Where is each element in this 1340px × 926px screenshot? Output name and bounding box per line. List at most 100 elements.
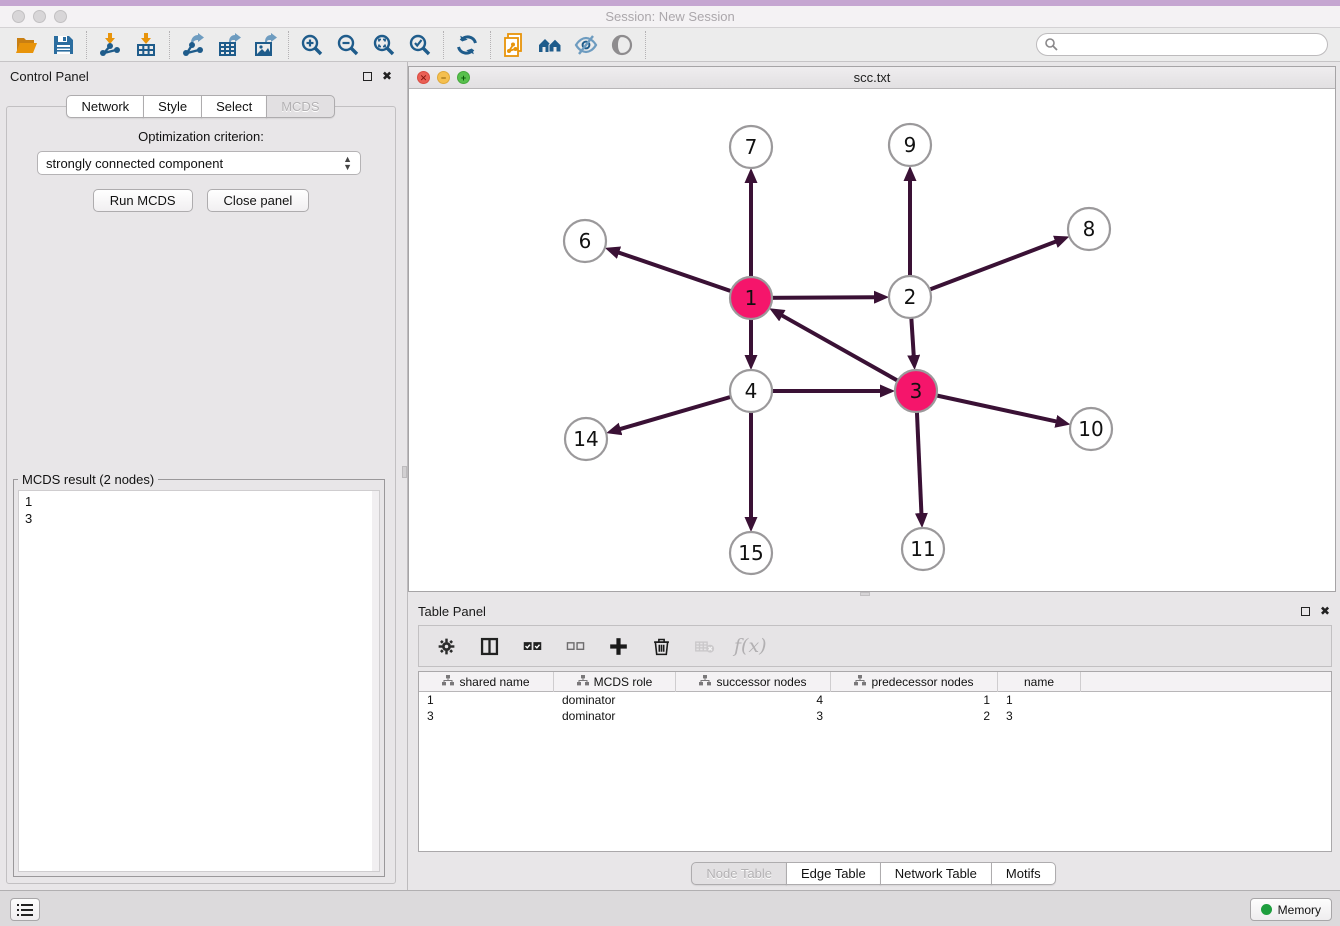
- search-input[interactable]: [1036, 33, 1328, 56]
- node-label-11: 11: [910, 537, 935, 561]
- close-panel-button[interactable]: Close panel: [207, 189, 310, 212]
- gear-icon[interactable]: [433, 633, 459, 659]
- table-cell[interactable]: 1: [831, 692, 998, 708]
- column-sort-icon: [577, 675, 589, 689]
- edge-2-8[interactable]: [910, 241, 1056, 297]
- node-label-14: 14: [573, 427, 598, 451]
- task-history-button[interactable]: [10, 898, 40, 921]
- edge-3-1[interactable]: [781, 315, 916, 391]
- tab-network-table[interactable]: Network Table: [880, 862, 992, 885]
- import-table-icon[interactable]: [133, 32, 159, 58]
- network-graph[interactable]: 1 2 3 4 6 7 8 9 10 11 14 15: [409, 89, 1335, 591]
- new-network-from-selection-icon[interactable]: [501, 32, 527, 58]
- vertical-splitter-handle[interactable]: [402, 466, 407, 478]
- import-network-icon[interactable]: [97, 32, 123, 58]
- zoom-out-icon[interactable]: [335, 32, 361, 58]
- table-cell[interactable]: 2: [831, 708, 998, 724]
- column-label: MCDS role: [594, 675, 653, 689]
- run-mcds-button[interactable]: Run MCDS: [93, 189, 193, 212]
- table-row[interactable]: 1dominator411: [419, 692, 1331, 708]
- add-icon[interactable]: [605, 633, 631, 659]
- node-label-9: 9: [904, 133, 917, 157]
- table-cell[interactable]: 1: [419, 692, 554, 708]
- tab-node-table[interactable]: Node Table: [691, 862, 787, 885]
- node-6[interactable]: 6: [564, 220, 606, 262]
- node-table[interactable]: shared name MCDS role successor nodes prede…: [418, 671, 1332, 852]
- refresh-view-icon[interactable]: [454, 32, 480, 58]
- mcds-result-area[interactable]: 1 3: [18, 490, 380, 872]
- status-bar: Memory: [0, 890, 1340, 926]
- tab-edge-table[interactable]: Edge Table: [786, 862, 881, 885]
- node-label-15: 15: [738, 541, 763, 565]
- column-header-shared-name[interactable]: shared name: [419, 672, 554, 692]
- table-cell[interactable]: 3: [419, 708, 554, 724]
- show-all-icon[interactable]: [609, 32, 635, 58]
- network-canvas[interactable]: 1 2 3 4 6 7 8 9 10 11 14 15: [409, 89, 1335, 591]
- table-header-row: shared name MCDS role successor nodes prede…: [419, 672, 1331, 692]
- mcds-result-title: MCDS result (2 nodes): [18, 472, 158, 487]
- export-table-icon[interactable]: [216, 32, 242, 58]
- table-cell[interactable]: 4: [676, 692, 831, 708]
- node-8[interactable]: 8: [1068, 208, 1110, 250]
- result-scrollbar[interactable]: [372, 491, 379, 871]
- table-panel-header: Table Panel ✖: [408, 597, 1340, 625]
- node-11[interactable]: 11: [902, 528, 944, 570]
- deselect-all-icon[interactable]: [562, 633, 588, 659]
- column-sort-icon: [699, 675, 711, 689]
- column-header-name[interactable]: name: [998, 672, 1081, 692]
- node-9[interactable]: 9: [889, 124, 931, 166]
- columns-icon[interactable]: [476, 633, 502, 659]
- trash-icon[interactable]: [648, 633, 674, 659]
- node-label-10: 10: [1078, 417, 1103, 441]
- select-all-icon[interactable]: [519, 633, 545, 659]
- column-header-MCDS-role[interactable]: MCDS role: [554, 672, 676, 692]
- node-15[interactable]: 15: [730, 532, 772, 574]
- first-neighbors-icon[interactable]: [537, 32, 563, 58]
- mcds-result-box: MCDS result (2 nodes) 1 3: [13, 479, 385, 877]
- node-10[interactable]: 10: [1070, 408, 1112, 450]
- node-14[interactable]: 14: [565, 418, 607, 460]
- node-4[interactable]: 4: [730, 370, 772, 412]
- table-cell[interactable]: dominator: [554, 692, 676, 708]
- column-sort-icon: [854, 675, 866, 689]
- horizontal-splitter-handle[interactable]: [860, 592, 870, 596]
- export-image-icon[interactable]: [252, 32, 278, 58]
- criterion-dropdown[interactable]: strongly connected component ▲▼: [37, 151, 361, 175]
- network-window: ✕ − + scc.txt 1234678910111415: [408, 66, 1336, 592]
- node-3[interactable]: 3: [895, 370, 937, 412]
- tab-style[interactable]: Style: [143, 95, 202, 118]
- column-label: predecessor nodes: [871, 675, 973, 689]
- node-7[interactable]: 7: [730, 126, 772, 168]
- control-panel: Control Panel ✖ NetworkStyleSelectMCDS O…: [0, 62, 402, 890]
- table-cell[interactable]: 1: [998, 692, 1081, 708]
- node-2[interactable]: 2: [889, 276, 931, 318]
- node-1[interactable]: 1: [730, 277, 772, 319]
- table-cell[interactable]: dominator: [554, 708, 676, 724]
- table-cell[interactable]: 3: [998, 708, 1081, 724]
- column-label: successor nodes: [716, 675, 806, 689]
- open-session-icon[interactable]: [14, 32, 40, 58]
- export-network-icon[interactable]: [180, 32, 206, 58]
- list-icon: [17, 903, 33, 917]
- float-table-panel-icon[interactable]: [1301, 607, 1310, 616]
- tab-select[interactable]: Select: [201, 95, 267, 118]
- table-row[interactable]: 3dominator323: [419, 708, 1331, 724]
- zoom-selected-icon[interactable]: [407, 32, 433, 58]
- save-session-icon[interactable]: [50, 32, 76, 58]
- memory-button[interactable]: Memory: [1250, 898, 1332, 921]
- tab-mcds[interactable]: MCDS: [266, 95, 334, 118]
- close-table-panel-icon[interactable]: ✖: [1320, 605, 1330, 617]
- delete-table-icon: [691, 633, 717, 659]
- zoom-fit-icon[interactable]: [371, 32, 397, 58]
- hide-selected-icon[interactable]: [573, 32, 599, 58]
- toolbar-group: [170, 31, 289, 59]
- float-panel-icon[interactable]: [363, 72, 372, 81]
- tab-motifs[interactable]: Motifs: [991, 862, 1056, 885]
- column-header-predecessor-nodes[interactable]: predecessor nodes: [831, 672, 998, 692]
- column-header-successor-nodes[interactable]: successor nodes: [676, 672, 831, 692]
- close-panel-icon[interactable]: ✖: [382, 70, 392, 82]
- zoom-in-icon[interactable]: [299, 32, 325, 58]
- table-cell[interactable]: 3: [676, 708, 831, 724]
- tab-network[interactable]: Network: [66, 95, 144, 118]
- control-panel-header: Control Panel ✖: [0, 62, 402, 90]
